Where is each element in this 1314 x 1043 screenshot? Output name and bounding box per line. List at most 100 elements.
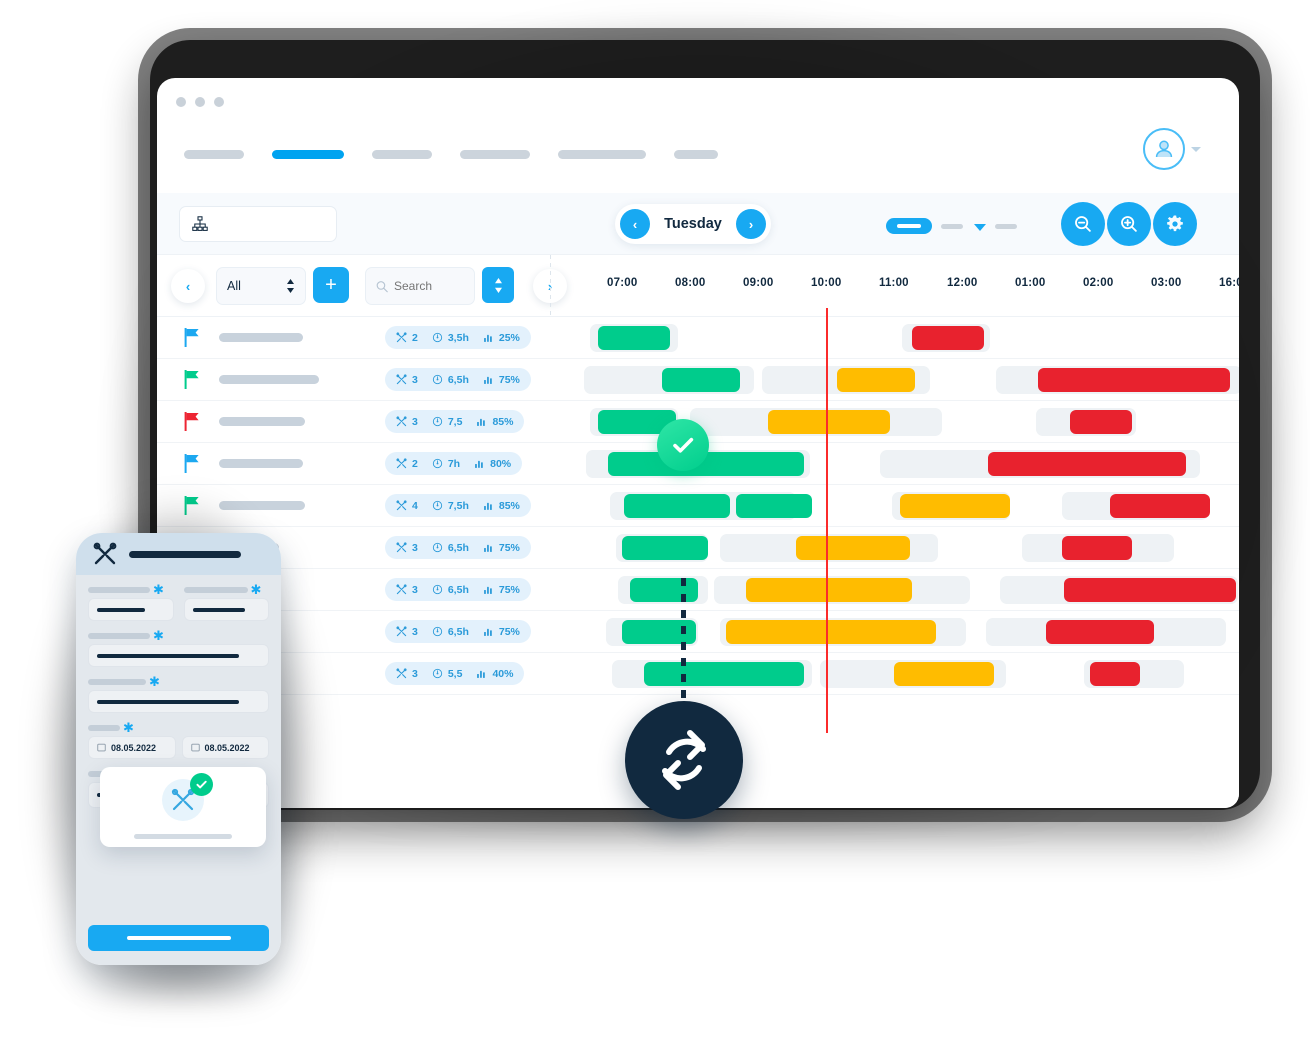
top-navigation <box>157 138 1239 188</box>
row-percent: 25% <box>498 331 520 344</box>
zoom-in-button[interactable] <box>1107 202 1151 246</box>
clock-icon <box>432 416 442 427</box>
gantt-bar-green[interactable] <box>598 326 670 350</box>
timeline-header: 07:00 08:00 09:00 10:00 11:00 12:00 01:00 02:00… <box>550 255 1239 317</box>
nav-item-3[interactable] <box>372 150 432 159</box>
add-button[interactable]: + <box>313 267 349 303</box>
gantt-bar-orange[interactable] <box>900 494 1010 518</box>
date-to-field[interactable]: 08.05.2022 <box>181 736 269 759</box>
phone-header <box>76 533 281 575</box>
gantt-bar-orange[interactable] <box>746 578 912 602</box>
row-percent: 75% <box>498 583 520 596</box>
collapse-left-button[interactable]: ‹ <box>171 269 205 303</box>
avatar[interactable] <box>1143 128 1185 170</box>
zoom-out-button[interactable] <box>1061 202 1105 246</box>
phone-input-2[interactable] <box>183 598 269 621</box>
phone-input-3-value <box>97 653 239 658</box>
search-field[interactable] <box>365 267 475 305</box>
row-metrics-badge: 2 3,5h 25% <box>385 326 531 349</box>
calendar-icon <box>190 743 200 752</box>
gantt-bar-red[interactable] <box>912 326 984 350</box>
gantt-row[interactable]: 3 6,5h 75% <box>157 359 1239 401</box>
gantt-bar-green[interactable] <box>644 662 804 686</box>
sync-button[interactable] <box>625 701 743 819</box>
day-picker: ‹ Tuesday › <box>615 204 771 244</box>
next-day-button[interactable]: › <box>735 209 766 239</box>
group-select-value: All <box>227 279 241 293</box>
day-label: Tuesday <box>664 216 722 232</box>
phone-input-3[interactable] <box>88 644 269 667</box>
row-task-count: 4 <box>412 499 418 512</box>
gantt-bar-orange[interactable] <box>768 410 890 434</box>
required-asterisk-icon: ✱ <box>153 628 164 643</box>
gantt-bar-orange[interactable] <box>894 662 994 686</box>
org-tree-field[interactable] <box>179 206 337 242</box>
gantt-bar-red[interactable] <box>1046 620 1154 644</box>
updown-caret-icon <box>287 279 294 293</box>
gantt-bar-red[interactable] <box>1090 662 1140 686</box>
gantt-row[interactable]: 3 6,5h 75% <box>157 611 1239 653</box>
priority-flag-icon <box>184 411 201 432</box>
gantt-row[interactable]: 2 3,5h 25% <box>157 317 1239 359</box>
chevron-down-icon[interactable] <box>974 224 986 231</box>
phone-label-3 <box>88 633 150 639</box>
tools-wrench-icon <box>396 458 407 469</box>
gantt-bar-green[interactable] <box>630 578 698 602</box>
row-percent: 40% <box>492 667 514 680</box>
gantt-bar-red[interactable] <box>988 452 1186 476</box>
prev-day-button[interactable]: ‹ <box>620 209 650 239</box>
gantt-bar-green[interactable] <box>622 536 708 560</box>
phone-input-1[interactable] <box>88 598 174 621</box>
gantt-bar-red[interactable] <box>1070 410 1132 434</box>
time-tick: 01:00 <box>1015 277 1046 289</box>
clock-icon <box>432 542 442 553</box>
window-dot <box>195 97 205 107</box>
settings-button[interactable] <box>1153 202 1197 246</box>
gantt-bar-red[interactable] <box>1110 494 1210 518</box>
gantt-row[interactable]: 3 6,5h 75% <box>157 569 1239 611</box>
clock-icon <box>432 626 442 637</box>
tools-wrench-icon <box>396 374 407 385</box>
date-from-field[interactable]: 08.05.2022 <box>88 736 176 759</box>
row-task-count: 2 <box>412 331 418 344</box>
gantt-row[interactable]: 3 6,5h 75% <box>157 527 1239 569</box>
nav-item-1[interactable] <box>184 150 244 159</box>
bar-chart-icon <box>483 586 492 594</box>
row-percent: 80% <box>490 457 512 470</box>
nav-item-6[interactable] <box>674 150 718 159</box>
gantt-bar-red[interactable] <box>1064 578 1236 602</box>
gantt-bar-orange[interactable] <box>726 620 936 644</box>
zoom-in-icon <box>1121 216 1137 232</box>
gantt-bar-orange[interactable] <box>796 536 910 560</box>
view-toggle-pill[interactable] <box>886 218 932 234</box>
priority-flag-icon <box>184 327 201 348</box>
task-complete-badge[interactable] <box>657 419 709 471</box>
search-input[interactable] <box>394 279 464 293</box>
nav-item-4[interactable] <box>460 150 530 159</box>
row-hours: 6,5h <box>447 583 469 596</box>
gantt-bar-orange[interactable] <box>837 368 915 392</box>
gantt-row[interactable]: 4 7,5h 85% <box>157 485 1239 527</box>
phone-label-4 <box>88 679 146 685</box>
gantt-bar-green[interactable] <box>662 368 740 392</box>
nav-item-5[interactable] <box>558 150 646 159</box>
user-menu[interactable] <box>1143 128 1201 170</box>
gantt-row[interactable]: 3 5,5 40% <box>157 653 1239 695</box>
tools-wrench-icon <box>396 668 407 679</box>
time-tick: 02:00 <box>1083 277 1114 289</box>
phone-input-4[interactable] <box>88 690 269 713</box>
nav-item-2[interactable] <box>272 150 344 159</box>
group-select[interactable]: All <box>216 267 306 305</box>
gantt-bar-red[interactable] <box>1062 536 1132 560</box>
gantt-bar-green[interactable] <box>736 494 812 518</box>
view-option-placeholder-2[interactable] <box>995 224 1017 229</box>
phone-label-1 <box>88 587 150 593</box>
window-dots <box>176 97 224 107</box>
gantt-bar-red[interactable] <box>1038 368 1230 392</box>
org-tree-icon <box>192 216 208 231</box>
view-option-placeholder-1[interactable] <box>941 224 963 229</box>
sort-button[interactable] <box>482 267 514 303</box>
phone-submit-button[interactable] <box>88 925 269 951</box>
phone-input-2-value <box>192 607 245 612</box>
gantt-bar-green[interactable] <box>624 494 730 518</box>
